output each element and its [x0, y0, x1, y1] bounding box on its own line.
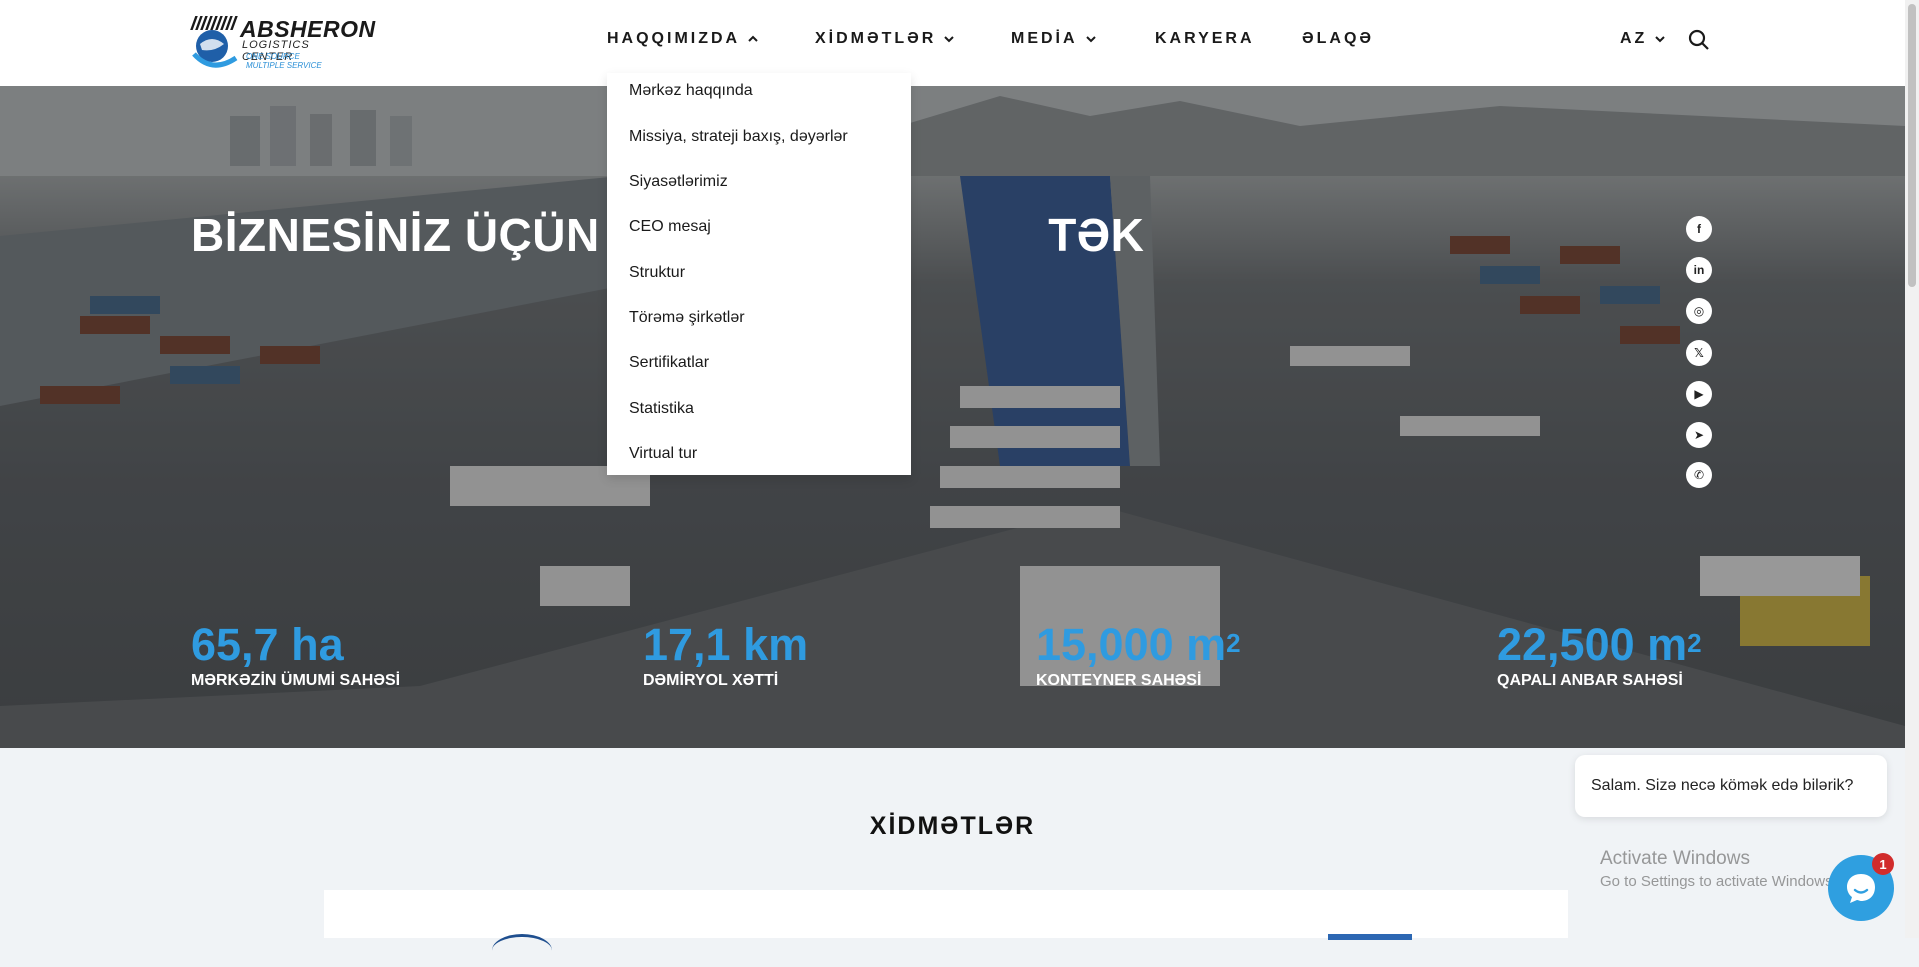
stat-value: 17,1 km: [643, 619, 809, 670]
stat-container-area: 15,000 m2 KONTEYNER SAHƏSİ: [1036, 620, 1241, 690]
service-logo-rect: [1328, 934, 1412, 940]
stat-area: 65,7 ha MƏRKƏZİN ÜMUMİ SAHƏSİ: [191, 620, 400, 690]
menu-item-toreme-sirketler[interactable]: Törəmə şirkətlər: [629, 309, 745, 327]
page-scrollbar[interactable]: [1905, 0, 1919, 938]
whatsapp-icon[interactable]: ✆: [1686, 462, 1712, 488]
stat-value-wrap: 15,000 m2: [1036, 620, 1241, 670]
stat-railway: 17,1 km DƏMİRYOL XƏTTİ: [643, 620, 808, 690]
menu-item-virtual-tur[interactable]: Virtual tur: [629, 445, 697, 463]
menu-item-merkez-haqqinda[interactable]: Mərkəz haqqında: [629, 82, 753, 100]
service-logo-arc: [492, 934, 552, 967]
stat-value-wrap: 22,500 m2: [1497, 620, 1702, 670]
menu-item-statistika[interactable]: Statistika: [629, 400, 694, 418]
stat-warehouse-area: 22,500 m2 QAPALI ANBAR SAHƏSİ: [1497, 620, 1702, 690]
services-card: [324, 890, 1568, 940]
stat-unit-sup: 2: [1687, 628, 1702, 658]
hero-title-left: BİZNESİNİZ ÜÇÜN E: [191, 209, 645, 261]
nav-label: ƏLAQƏ: [1302, 30, 1375, 47]
x-icon[interactable]: 𝕏: [1686, 340, 1712, 366]
menu-item-siyasetlerimiz[interactable]: Siyasətlərimiz: [629, 173, 728, 191]
chat-notification-badge: 1: [1872, 853, 1894, 875]
language-label: AZ: [1620, 30, 1648, 47]
scrollbar-thumb[interactable]: [1908, 4, 1916, 287]
search-icon[interactable]: [1688, 29, 1710, 51]
facebook-icon[interactable]: f: [1686, 216, 1712, 242]
hero-title-right: TƏK: [1048, 209, 1145, 261]
haqqimizda-dropdown-menu: Mərkəz haqqında Missiya, strateji baxış,…: [607, 73, 911, 475]
nav-label: XİDMƏTLƏR: [815, 30, 937, 47]
menu-item-missiya[interactable]: Missiya, strateji baxış, dəyərlər: [629, 128, 848, 146]
stat-label: DƏMİRYOL XƏTTİ: [643, 672, 779, 689]
linkedin-icon[interactable]: in: [1686, 257, 1712, 283]
nav-item-elaqe[interactable]: ƏLAQƏ: [1302, 30, 1374, 48]
hero-section: BİZNESİNİZ ÜÇÜN E TƏK 65,7 ha MƏRKƏZİN ÜM…: [0, 86, 1905, 748]
chat-greeting-bubble[interactable]: Salam. Sizə necə kömək edə bilərik?: [1575, 755, 1887, 817]
stat-label: MƏRKƏZİN ÜMUMİ SAHƏSİ: [191, 672, 401, 689]
logo-globe-icon: [190, 16, 238, 68]
stat-value: 22,500 m: [1497, 619, 1688, 670]
instagram-icon[interactable]: ◎: [1686, 298, 1712, 324]
telegram-icon[interactable]: ➤: [1686, 422, 1712, 448]
windows-activation-title: Activate Windows: [1600, 848, 1750, 869]
menu-item-sertifikatlar[interactable]: Sertifikatlar: [629, 354, 709, 372]
stat-value: 15,000 m: [1036, 619, 1227, 670]
nav-item-karyera[interactable]: KARYERA: [1155, 30, 1255, 48]
menu-item-struktur[interactable]: Struktur: [629, 264, 685, 282]
chat-greeting-text: Salam. Sizə necə kömək edə bilərik?: [1591, 777, 1854, 794]
chat-icon: [1847, 874, 1875, 903]
nav-label: MEDİA: [1011, 30, 1078, 47]
nav-item-xidmetler[interactable]: XİDMƏTLƏR: [815, 30, 955, 48]
chevron-down-icon: [944, 36, 955, 43]
chevron-down-icon: [1085, 36, 1096, 43]
logo-tagline-2: MULTIPLE SERVICE: [246, 61, 322, 70]
chevron-up-icon: [748, 35, 758, 42]
stat-unit-sup: 2: [1226, 628, 1241, 658]
chevron-down-icon: [1655, 36, 1666, 43]
language-selector[interactable]: AZ: [1620, 30, 1666, 48]
menu-item-ceo-mesaj[interactable]: CEO mesaj: [629, 218, 711, 236]
logo-tagline-1: ONE SOURCE: [246, 52, 300, 61]
site-header: ABSHERON LOGISTICS CENTER ONE SOURCE MUL…: [0, 0, 1905, 86]
stat-label: QAPALI ANBAR SAHƏSİ: [1497, 672, 1683, 689]
stat-value: 65,7 ha: [191, 619, 344, 670]
windows-activation-subtitle: Go to Settings to activate Windows.: [1600, 873, 1837, 890]
stat-label: KONTEYNER SAHƏSİ: [1036, 672, 1202, 689]
youtube-icon[interactable]: ▶: [1686, 381, 1712, 407]
absheron-logo[interactable]: ABSHERON LOGISTICS CENTER ONE SOURCE MUL…: [190, 14, 375, 70]
nav-label: HAQQIMIZDA: [607, 30, 741, 47]
nav-item-media[interactable]: MEDİA: [1011, 30, 1096, 48]
nav-item-haqqimizda[interactable]: HAQQIMIZDA: [607, 30, 758, 48]
nav-label: KARYERA: [1155, 30, 1255, 47]
